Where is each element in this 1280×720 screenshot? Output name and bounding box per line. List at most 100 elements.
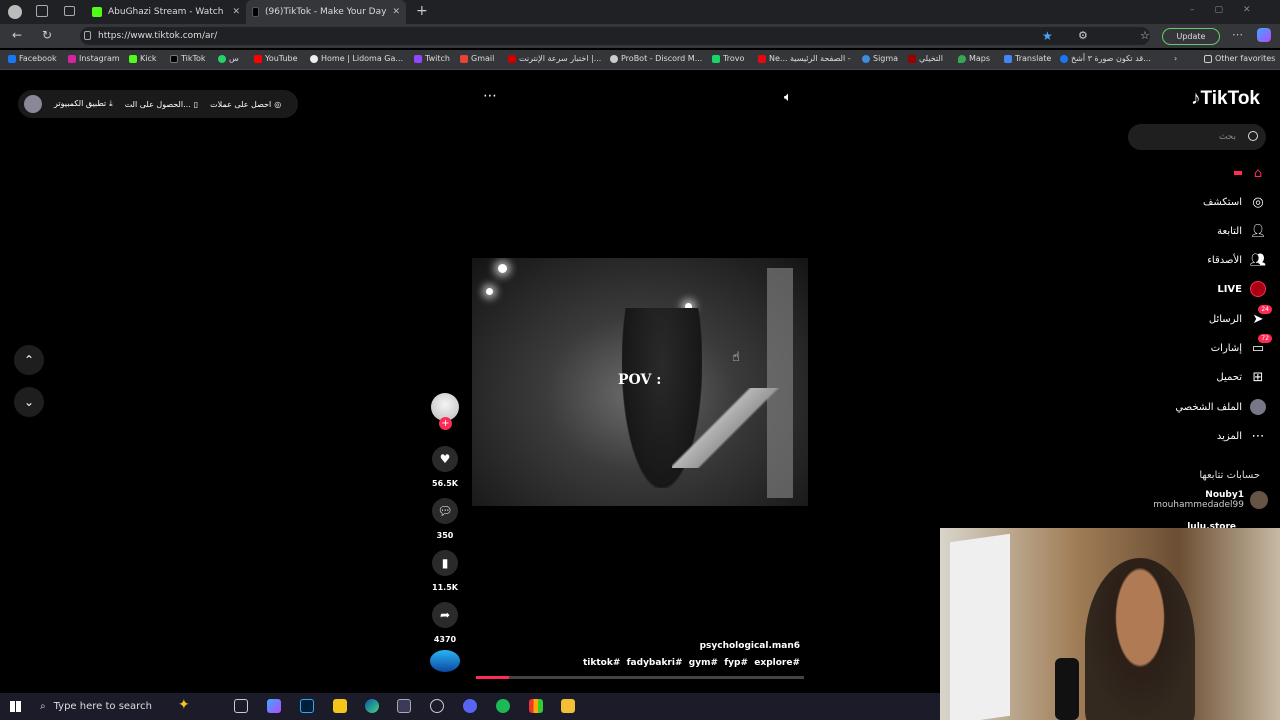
- file-explorer-icon[interactable]: [333, 699, 347, 713]
- facebook-icon: [1060, 54, 1068, 63]
- url-text: https://www.tiktok.com/ar/: [98, 31, 218, 41]
- sidebar-item-following[interactable]: التابعة 👤︎: [1217, 223, 1266, 239]
- bookmark-facebook-photo[interactable]: قد تكون صورة ٣ أشخ...: [1060, 54, 1151, 63]
- get-app-link[interactable]: الحصول على الت... ▯: [125, 100, 198, 109]
- sidebar-item-live[interactable]: LIVE: [1217, 281, 1266, 297]
- sidebar-item-explore[interactable]: استكشف ◎: [1203, 194, 1266, 210]
- chart-app-icon[interactable]: [529, 699, 543, 713]
- share-button[interactable]: ➦: [432, 602, 458, 628]
- live-avatar-icon: [1250, 281, 1266, 297]
- bookmark-translate[interactable]: Translate: [1004, 54, 1051, 63]
- bookmark-facebook[interactable]: Facebook: [8, 54, 57, 63]
- obs-icon[interactable]: [430, 699, 444, 713]
- maps-icon: [958, 54, 966, 63]
- lock-icon: [84, 31, 91, 40]
- kick-icon: [129, 54, 137, 63]
- tab-tiktok[interactable]: (96)TikTok - Make Your Day ✕: [246, 0, 406, 24]
- bookmark-youtube[interactable]: YouTube: [254, 54, 298, 63]
- copilot-sparkle-icon[interactable]: ✦: [178, 697, 190, 713]
- bookmarks-overflow-chevron-icon[interactable]: ›: [1174, 54, 1177, 63]
- upload-plus-icon: ⊞: [1252, 369, 1264, 385]
- favorite-star-icon[interactable]: ★: [1042, 29, 1053, 43]
- user-avatar[interactable]: [24, 95, 42, 113]
- window-controls[interactable]: –▢✕: [1190, 5, 1271, 15]
- collections-icon[interactable]: ☆: [1140, 29, 1150, 42]
- tiktok-logo[interactable]: ♪TikTok: [1191, 88, 1260, 110]
- bookmark-sigma[interactable]: Sigma: [862, 54, 898, 63]
- webcam-overlay: [940, 528, 1280, 720]
- bookmark-probot[interactable]: ProBot - Discord M...: [610, 54, 702, 63]
- followed-account[interactable]: Nouby1 mouhammedadel99: [1153, 490, 1268, 510]
- music-disc-icon[interactable]: [430, 650, 460, 672]
- extensions-icon[interactable]: ⚙: [1078, 29, 1088, 42]
- url-input[interactable]: https://www.tiktok.com/ar/: [80, 27, 1150, 45]
- next-video-button[interactable]: ⌄: [14, 387, 44, 417]
- gym-bench: [672, 388, 782, 468]
- get-coins-link[interactable]: احصل على عملات ◎: [210, 100, 281, 109]
- bookmark-imaginary[interactable]: التخيلي: [908, 54, 943, 63]
- bookmark-gmail[interactable]: Gmail: [460, 54, 494, 63]
- profile-avatar-icon[interactable]: [8, 5, 22, 19]
- more-options-icon[interactable]: ⋯: [483, 88, 497, 104]
- monitor-shape: [950, 533, 1010, 720]
- copilot-app-icon[interactable]: [267, 699, 281, 713]
- task-view-icon[interactable]: [234, 699, 248, 713]
- bookmark-homepage[interactable]: الصفحة الرئيسية -: [790, 54, 851, 63]
- sidebar-item-home[interactable]: ⌂: [1234, 165, 1266, 181]
- sidebar-item-friends[interactable]: الأصدقاء 👥︎: [1207, 252, 1266, 268]
- like-button[interactable]: ♥: [432, 446, 458, 472]
- refresh-icon[interactable]: ↻: [42, 28, 52, 42]
- other-favorites[interactable]: Other favorites: [1204, 54, 1275, 63]
- close-tab-icon[interactable]: ✕: [232, 7, 240, 17]
- bookmark-icon: ▮: [441, 556, 449, 570]
- sidebar-item-more[interactable]: المزيد ⋯: [1217, 428, 1266, 444]
- photoshop-icon[interactable]: [300, 699, 314, 713]
- store-icon[interactable]: [397, 699, 411, 713]
- edge-icon[interactable]: [365, 699, 379, 713]
- comment-button[interactable]: 💬︎: [432, 498, 458, 524]
- video-progress-track[interactable]: [476, 676, 804, 679]
- following-accounts-title: حسابات تتابعها: [1199, 470, 1260, 481]
- bookmark-trovo[interactable]: Trovo: [712, 54, 744, 63]
- search-icon[interactable]: [1248, 131, 1258, 141]
- copilot-icon[interactable]: [1257, 28, 1271, 42]
- spotify-icon[interactable]: [496, 699, 510, 713]
- tab-abughazi[interactable]: AbuGhazi Stream - Watch Live on ✕: [86, 0, 246, 24]
- sidebar-item-notifications[interactable]: إشارات ▭ 72: [1211, 334, 1272, 356]
- sticky-notes-icon[interactable]: [561, 699, 575, 713]
- bookmark-speedtest[interactable]: اختبار سرعة الإنترنت |...: [508, 54, 601, 63]
- bookmark-lidoma[interactable]: Home | Lidoma Ga...: [310, 54, 403, 63]
- taskbar-search[interactable]: ⌕ Type here to search: [32, 693, 222, 720]
- bookmark-instagram[interactable]: Instagram: [68, 54, 120, 63]
- follow-plus-icon[interactable]: +: [439, 417, 452, 430]
- sidebar-item-upload[interactable]: تحميل ⊞: [1216, 369, 1266, 385]
- bookmark-twitch[interactable]: Twitch: [414, 54, 450, 63]
- video-author[interactable]: psychological.man6: [700, 641, 800, 651]
- more-menu-icon[interactable]: ⋯: [1232, 28, 1243, 41]
- back-icon[interactable]: ←: [12, 28, 22, 42]
- video-hashtags[interactable]: tiktok# fadybakri# gym# fyp# explore#: [583, 658, 800, 668]
- new-tab-icon[interactable]: +: [416, 3, 428, 19]
- lidoma-icon: [310, 54, 318, 63]
- previous-video-button[interactable]: ⌃: [14, 345, 44, 375]
- bookmark-kick[interactable]: Kick: [129, 54, 157, 63]
- save-button[interactable]: ▮: [432, 550, 458, 576]
- bookmark-netflix[interactable]: Ne...: [758, 54, 788, 63]
- bookmark-tiktok[interactable]: TikTok: [170, 54, 206, 63]
- bookmark-maps[interactable]: Maps: [958, 54, 990, 63]
- search-input[interactable]: بحث: [1128, 124, 1266, 150]
- desktop-app-link[interactable]: تطبيق الكمبيوتر ⤓: [54, 99, 113, 109]
- tab-actions-icon[interactable]: [64, 6, 75, 16]
- sidebar-item-messages[interactable]: الرسائل ➤ 24: [1209, 305, 1272, 327]
- chevron-down-icon: ⌄: [23, 395, 35, 409]
- discord-icon[interactable]: [463, 699, 477, 713]
- workspaces-icon[interactable]: [36, 5, 48, 17]
- bookmark-whatsapp[interactable]: س: [218, 54, 239, 63]
- chevron-up-icon: ⌃: [23, 353, 35, 367]
- sidebar-item-profile[interactable]: الملف الشخصي: [1175, 399, 1266, 415]
- close-tab-icon[interactable]: ✕: [392, 7, 400, 17]
- volume-icon[interactable]: 🔈︎: [784, 90, 792, 105]
- netflix-icon: [758, 54, 766, 63]
- windows-start-icon[interactable]: [10, 701, 21, 712]
- update-button[interactable]: Update: [1162, 28, 1220, 45]
